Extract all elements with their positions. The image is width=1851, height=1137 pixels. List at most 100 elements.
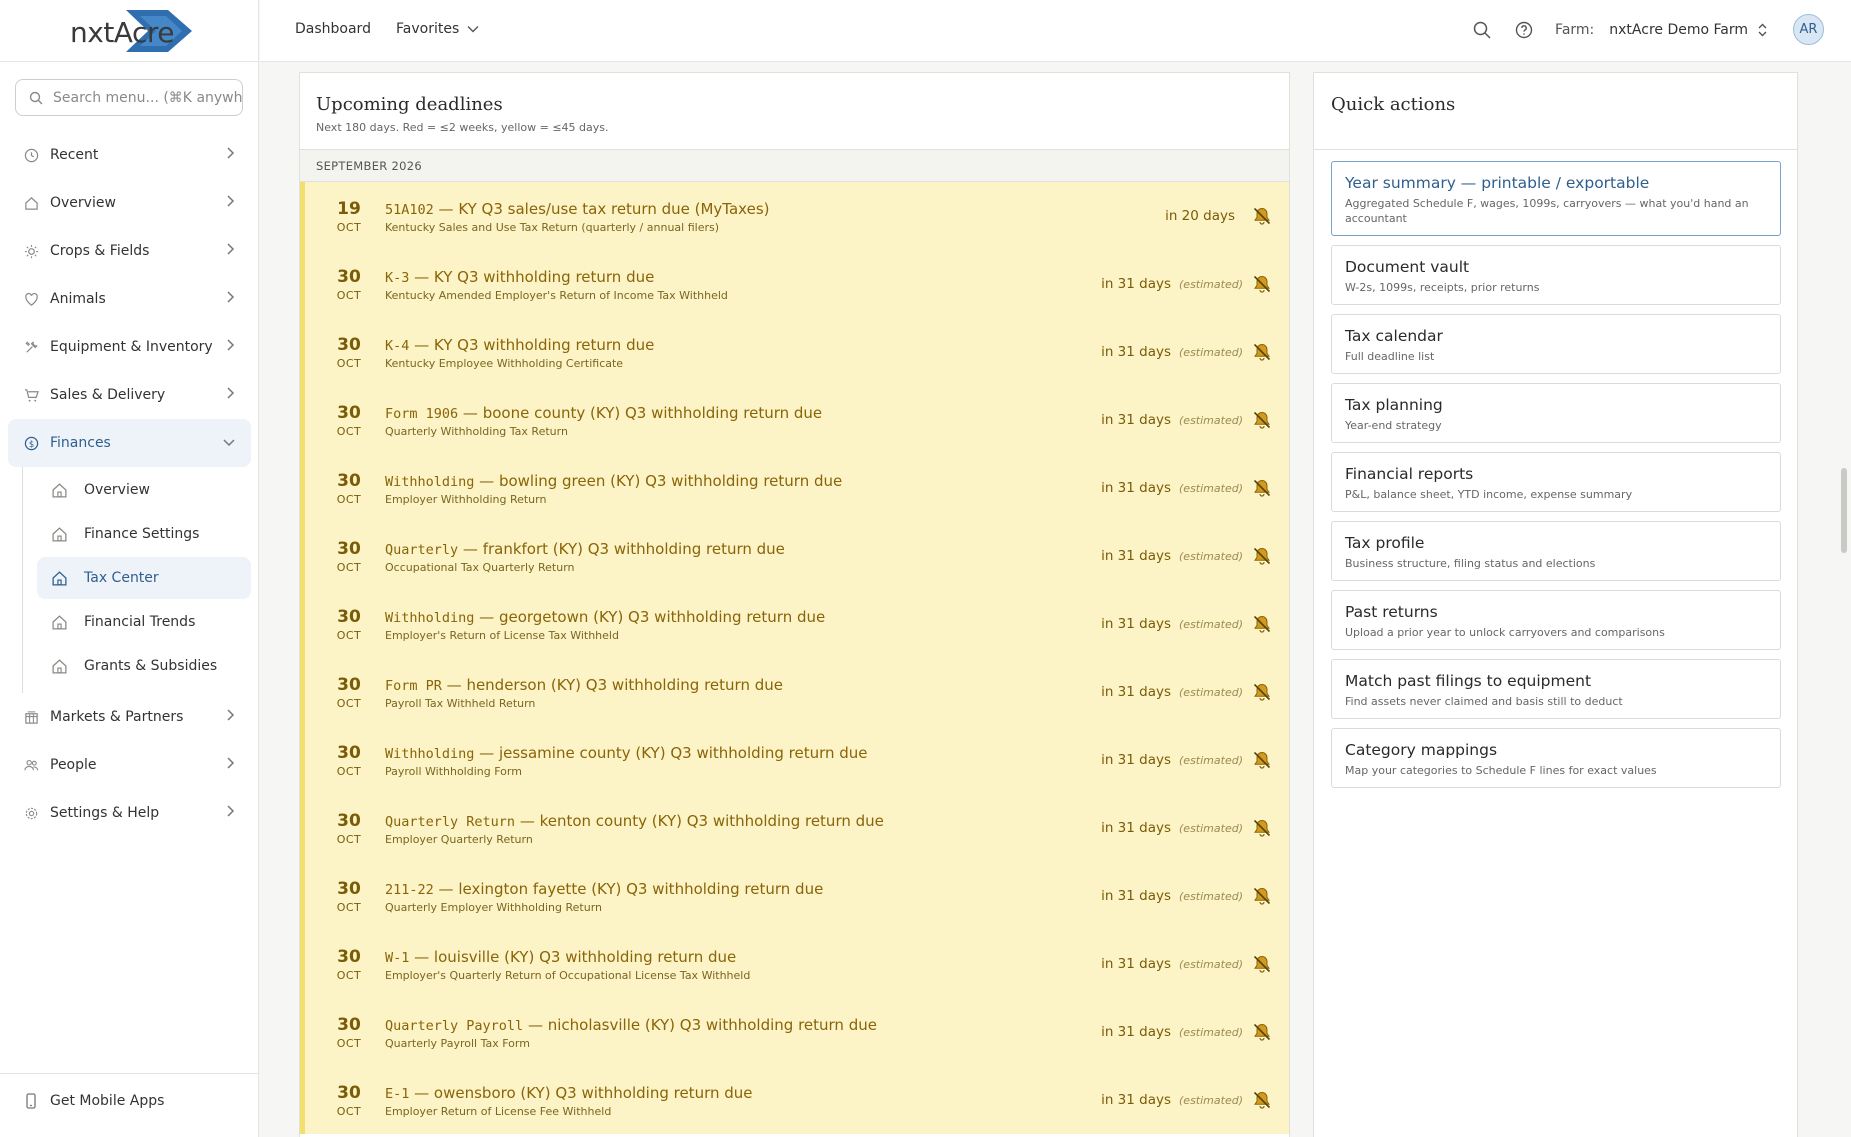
quick-action-name: Year summary — printable / exportable <box>1345 174 1650 192</box>
chevron-down-icon <box>467 26 479 33</box>
deadline-day: 30 <box>337 810 361 831</box>
search-input[interactable]: Search menu... (⌘K anywhe <box>15 79 243 116</box>
deadline-row[interactable]: 30 OCT 211-22 — lexington fayette (KY) Q3 … <box>305 862 1289 930</box>
deadline-form-code: K-3 <box>385 269 410 286</box>
deadline-row[interactable]: 30 OCT K-3 — KY Q3 withholding return due K… <box>305 250 1289 318</box>
bell-off-icon[interactable] <box>1251 341 1273 363</box>
quick-action-card[interactable]: Document vault W-2s, 1099s, receipts, pri… <box>1331 245 1781 305</box>
quick-action-card[interactable]: Category mappings Map your categories to … <box>1331 728 1781 788</box>
sidebar-item-crops-fields[interactable]: Crops & Fields <box>8 227 251 275</box>
quick-action-card[interactable]: Tax planning Year-end strategy <box>1331 383 1781 443</box>
help-icon[interactable] <box>1513 19 1535 41</box>
subnav-item-financial-trends[interactable]: Financial Trends <box>37 601 251 643</box>
sidebar-item-settings-help[interactable]: Settings & Help <box>8 789 251 837</box>
subnav-item-finance-settings[interactable]: Finance Settings <box>37 513 251 555</box>
subnav-item-grants-subsidies[interactable]: Grants & Subsidies <box>37 645 251 687</box>
sidebar-item-people[interactable]: People <box>8 741 251 789</box>
subnav-item-label: Tax Center <box>84 570 159 586</box>
sort-arrows-icon <box>1758 23 1767 36</box>
deadline-estimated: (estimated) <box>1179 821 1243 835</box>
sidebar-item-sales-delivery[interactable]: Sales & Delivery <box>8 371 251 419</box>
sidebar-item-animals[interactable]: Animals <box>8 275 251 323</box>
favorites-menu[interactable]: Favorites <box>396 21 479 37</box>
sidebar-item-equipment-inventory[interactable]: Equipment & Inventory <box>8 323 251 371</box>
deadline-title-text: — kenton county (KY) Q3 withholding retu… <box>515 811 884 830</box>
quick-action-card[interactable]: Tax profile Business structure, filing st… <box>1331 521 1781 581</box>
bell-off-icon[interactable] <box>1251 1089 1273 1111</box>
deadline-title-text: — KY Q3 withholding return due <box>409 267 655 286</box>
sidebar-item-finances[interactable]: $ Finances <box>8 419 251 467</box>
deadline-row[interactable]: 19 OCT 51A102 — KY Q3 sales/use tax return… <box>305 182 1289 250</box>
bell-off-icon[interactable] <box>1251 613 1273 635</box>
get-mobile-apps-label: Get Mobile Apps <box>50 1093 165 1109</box>
quick-action-description: Business structure, filing status and el… <box>1345 557 1596 570</box>
deadline-row[interactable]: 30 OCT Form 1906 — boone county (KY) Q3 wi… <box>305 386 1289 454</box>
subnav-item-overview[interactable]: Overview <box>37 469 251 511</box>
bell-off-icon[interactable] <box>1251 477 1273 499</box>
deadline-countdown: in 31 days <box>1101 684 1172 700</box>
deadline-form-code: Withholding <box>385 609 475 626</box>
quick-action-card[interactable]: Tax calendar Full deadline list <box>1331 314 1781 374</box>
deadline-row[interactable]: 30 OCT Quarterly Payroll — nicholasville (… <box>305 998 1289 1066</box>
deadline-form-code: W-1 <box>385 949 410 966</box>
deadline-row[interactable]: 30 OCT W-1 — louisville (KY) Q3 withholdin… <box>305 930 1289 998</box>
deadline-estimated: (estimated) <box>1179 685 1243 699</box>
quick-action-card[interactable]: Match past filings to equipment Find asse… <box>1331 659 1781 719</box>
sidebar-item-label: Animals <box>50 291 106 307</box>
deadline-row[interactable]: 30 OCT Form PR — henderson (KY) Q3 withhol… <box>305 658 1289 726</box>
bell-off-icon[interactable] <box>1251 545 1273 567</box>
bell-off-icon[interactable] <box>1251 681 1273 703</box>
deadline-row[interactable]: 30 OCT K-4 — KY Q3 withholding return due K… <box>305 318 1289 386</box>
sidebar-item-label: Overview <box>50 195 116 211</box>
bell-off-icon[interactable] <box>1251 409 1273 431</box>
deadline-row[interactable]: 30 OCT Withholding — georgetown (KY) Q3 wi… <box>305 590 1289 658</box>
deadline-estimated: (estimated) <box>1179 889 1243 903</box>
home-icon <box>51 613 69 631</box>
deadline-form-code: Withholding <box>385 745 475 762</box>
deadline-date: 30 OCT <box>305 811 383 846</box>
deadline-row[interactable]: 30 OCT E-1 — owensboro (KY) Q3 withholding… <box>305 1066 1289 1134</box>
sidebar-item-markets-partners[interactable]: Markets & Partners <box>8 693 251 741</box>
bell-off-icon[interactable] <box>1251 1021 1273 1043</box>
sidebar-item-overview[interactable]: Overview <box>8 179 251 227</box>
logo[interactable]: nxtAcre <box>70 6 200 56</box>
deadline-meta: in 31 days (estimated) <box>1101 250 1273 318</box>
subnav-item-tax-center[interactable]: Tax Center <box>37 557 251 599</box>
bell-off-icon[interactable] <box>1251 885 1273 907</box>
deadline-day: 30 <box>337 946 361 967</box>
home-icon <box>23 195 40 212</box>
get-mobile-apps-link[interactable]: Get Mobile Apps <box>26 1093 164 1109</box>
dashboard-label: Dashboard <box>295 21 371 37</box>
deadline-day: 30 <box>337 878 361 899</box>
deadline-meta: in 31 days (estimated) <box>1101 386 1273 454</box>
bell-off-icon[interactable] <box>1251 749 1273 771</box>
deadline-estimated: (estimated) <box>1179 549 1243 563</box>
deadline-row[interactable]: 30 OCT Quarterly Return — kenton county (K… <box>305 794 1289 862</box>
deadline-body: 51A102 — KY Q3 sales/use tax return due … <box>383 199 1289 234</box>
deadline-form-code: 211-22 <box>385 881 434 898</box>
bell-off-icon[interactable] <box>1251 817 1273 839</box>
quick-action-card[interactable]: Year summary — printable / exportable Agg… <box>1331 161 1781 236</box>
deadline-date: 30 OCT <box>305 607 383 642</box>
deadline-month: OCT <box>336 356 362 370</box>
farm-selector[interactable]: nxtAcre Demo Farm <box>1609 22 1767 38</box>
chevron-right-icon <box>226 805 235 821</box>
deadline-month: OCT <box>336 628 362 642</box>
page-scrollbar[interactable] <box>1841 468 1847 553</box>
sidebar-item-label: Equipment & Inventory <box>50 339 213 355</box>
bell-off-icon[interactable] <box>1251 273 1273 295</box>
dashboard-link[interactable]: Dashboard <box>295 21 371 37</box>
deadline-row[interactable]: 30 OCT Withholding — bowling green (KY) Q3… <box>305 454 1289 522</box>
quick-action-card[interactable]: Financial reports P&L, balance sheet, YTD… <box>1331 452 1781 512</box>
search-icon[interactable] <box>1471 19 1493 41</box>
svg-text:$: $ <box>29 438 34 448</box>
deadline-date: 30 OCT <box>305 335 383 370</box>
quick-action-card[interactable]: Past returns Upload a prior year to unloc… <box>1331 590 1781 650</box>
deadline-estimated: (estimated) <box>1179 277 1243 291</box>
bell-off-icon[interactable] <box>1251 205 1273 227</box>
bell-off-icon[interactable] <box>1251 953 1273 975</box>
sidebar-item-recent[interactable]: Recent <box>8 131 251 179</box>
deadline-row[interactable]: 30 OCT Withholding — jessamine county (KY)… <box>305 726 1289 794</box>
deadline-row[interactable]: 30 OCT Quarterly — frankfort (KY) Q3 withh… <box>305 522 1289 590</box>
avatar[interactable]: AR <box>1793 14 1824 45</box>
